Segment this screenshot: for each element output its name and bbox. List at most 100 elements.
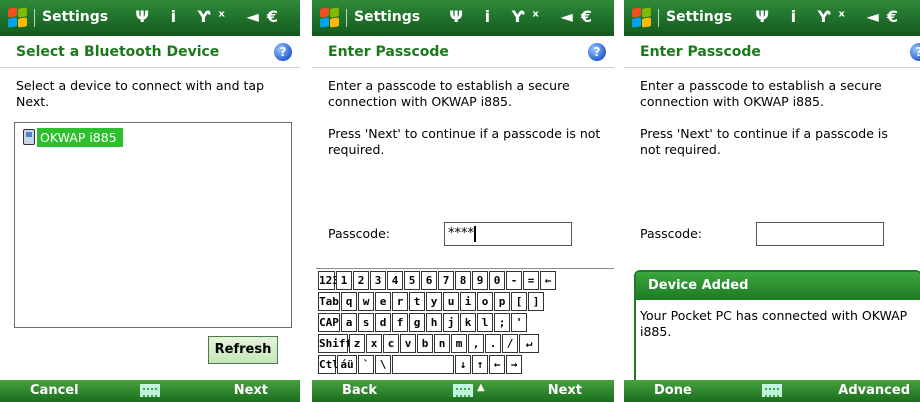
keyboard-key[interactable]: [ — [511, 292, 527, 311]
keyboard-key[interactable]: 5 — [404, 271, 420, 290]
keyboard-key[interactable]: w — [358, 292, 374, 311]
status-icons[interactable]: Ψ i Ƴˣ ◄€ — [135, 7, 286, 26]
keyboard-key[interactable]: v — [400, 334, 416, 353]
keyboard-key[interactable]: ; — [494, 313, 510, 332]
keyboard-key[interactable]: - — [506, 271, 522, 290]
hint-text: Press 'Next' to continue if a passcode i… — [328, 126, 601, 157]
keyboard-key[interactable]: Tab — [318, 292, 340, 311]
keyboard-key[interactable]: k — [460, 313, 476, 332]
back-softkey[interactable]: Back — [342, 383, 377, 398]
keyboard-key[interactable]: / — [502, 334, 518, 353]
keyboard-key[interactable]: → — [506, 355, 522, 374]
keyboard-key[interactable]: 4 — [387, 271, 403, 290]
keyboard-key[interactable]: 1 — [336, 271, 352, 290]
keyboard-key[interactable]: r — [392, 292, 408, 311]
passcode-field[interactable]: **** — [444, 222, 572, 246]
status-title: Settings — [354, 9, 421, 25]
keyboard-key[interactable]: Ctl — [318, 355, 339, 374]
keyboard-key[interactable]: ' — [511, 313, 527, 332]
soft-keyboard[interactable]: 123 1 2 3 4 5 6 7 8 9 0- = ← Tab q w e r t y u i o p[] CAP a s d f g h… — [316, 268, 614, 380]
windows-start-icon[interactable] — [319, 7, 341, 29]
help-icon[interactable]: ? — [910, 43, 920, 61]
device-added-screen: Settings Ψ i Ƴˣ ◄€ Enter Passcode ? Ente… — [624, 0, 920, 402]
select-bluetooth-device-screen: Settings Ψ i Ƴˣ ◄€ Select a Bluetooth De… — [0, 0, 300, 402]
keyboard-key[interactable]: h — [426, 313, 442, 332]
keyboard-key[interactable]: ← — [540, 271, 556, 290]
keyboard-key[interactable]: 6 — [421, 271, 437, 290]
keyboard-key[interactable]: o — [477, 292, 493, 311]
keyboard-key[interactable]: i — [460, 292, 476, 311]
status-divider — [34, 9, 35, 27]
keyboard-key[interactable]: u — [443, 292, 459, 311]
keyboard-key[interactable]: ↑ — [472, 355, 488, 374]
device-name: OKWAP i885 — [37, 127, 123, 147]
phone-icon — [23, 129, 35, 145]
next-softkey[interactable]: Next — [234, 383, 268, 398]
keyboard-key[interactable]: Shift — [318, 334, 352, 353]
keyboard-key[interactable]: l — [477, 313, 493, 332]
advanced-softkey[interactable]: Advanced — [838, 383, 910, 398]
keyboard-key[interactable]: m — [451, 334, 467, 353]
keyboard-row: CAP a s d f g h j k l; ' — [316, 313, 614, 332]
keyboard-key[interactable]: , — [468, 334, 484, 353]
keyboard-key[interactable]: ` — [358, 355, 374, 374]
next-softkey[interactable]: Next — [548, 383, 582, 398]
done-softkey[interactable]: Done — [654, 383, 692, 398]
keyboard-key[interactable]: 9 — [472, 271, 488, 290]
status-divider — [346, 9, 347, 27]
keyboard-key[interactable]: b — [417, 334, 433, 353]
keyboard-key[interactable]: 2 — [353, 271, 369, 290]
windows-start-icon[interactable] — [631, 7, 653, 29]
hint-text: Press 'Next' to continue if a passcode i… — [640, 126, 888, 157]
keyboard-key[interactable]: áü — [337, 355, 357, 374]
keyboard-key[interactable]: CAP — [318, 313, 340, 332]
keyboard-icon[interactable] — [453, 384, 473, 397]
keyboard-key[interactable]: ← — [489, 355, 505, 374]
keyboard-key[interactable]: 3 — [370, 271, 386, 290]
keyboard-key[interactable] — [392, 355, 454, 374]
keyboard-key[interactable]: c — [383, 334, 399, 353]
keyboard-key[interactable]: = — [523, 271, 539, 290]
keyboard-key[interactable]: p — [494, 292, 510, 311]
keyboard-key[interactable]: 7 — [438, 271, 454, 290]
keyboard-menu-arrow-icon[interactable]: ▲ — [477, 382, 485, 393]
keyboard-key[interactable]: ] — [528, 292, 544, 311]
keyboard-key[interactable]: 0 — [489, 271, 505, 290]
refresh-button[interactable]: Refresh — [208, 336, 278, 364]
softkey-bar: Cancel Next — [0, 380, 300, 402]
keyboard-key[interactable]: e — [375, 292, 391, 311]
help-icon[interactable]: ? — [588, 43, 606, 61]
keyboard-key[interactable]: g — [409, 313, 425, 332]
page-header: Enter Passcode ? — [312, 36, 614, 68]
list-item[interactable]: OKWAP i885 — [23, 127, 123, 147]
keyboard-key[interactable]: ↓ — [455, 355, 471, 374]
keyboard-key[interactable]: \ — [375, 355, 391, 374]
keyboard-icon[interactable] — [762, 384, 782, 397]
keyboard-row: Shift z x c v b n m,. / ↵ — [316, 334, 614, 353]
keyboard-key[interactable]: j — [443, 313, 459, 332]
windows-start-icon[interactable] — [7, 7, 29, 29]
keyboard-key[interactable]: ↵ — [519, 334, 539, 353]
passcode-field[interactable] — [756, 222, 884, 246]
device-added-dialog: Device Added Your Pocket PC has connecte… — [634, 270, 920, 382]
help-icon[interactable]: ? — [274, 43, 292, 61]
status-divider — [658, 9, 659, 27]
keyboard-key[interactable]: d — [375, 313, 391, 332]
keyboard-key[interactable]: . — [485, 334, 501, 353]
status-icons[interactable]: Ψ i Ƴˣ ◄€ — [755, 7, 906, 26]
status-icons[interactable]: Ψ i Ƴˣ ◄€ — [449, 7, 600, 26]
keyboard-key[interactable]: s — [358, 313, 374, 332]
keyboard-key[interactable]: z — [349, 334, 365, 353]
keyboard-key[interactable]: y — [426, 292, 442, 311]
keyboard-key[interactable]: t — [409, 292, 425, 311]
keyboard-key[interactable]: a — [341, 313, 357, 332]
keyboard-key[interactable]: 8 — [455, 271, 471, 290]
device-list[interactable]: OKWAP i885 — [14, 122, 292, 328]
keyboard-icon[interactable] — [140, 384, 160, 397]
keyboard-key[interactable]: n — [434, 334, 450, 353]
keyboard-key[interactable]: q — [341, 292, 357, 311]
keyboard-key[interactable]: x — [366, 334, 382, 353]
cancel-softkey[interactable]: Cancel — [30, 383, 79, 398]
keyboard-key[interactable]: 123 — [318, 271, 339, 290]
keyboard-key[interactable]: f — [392, 313, 408, 332]
